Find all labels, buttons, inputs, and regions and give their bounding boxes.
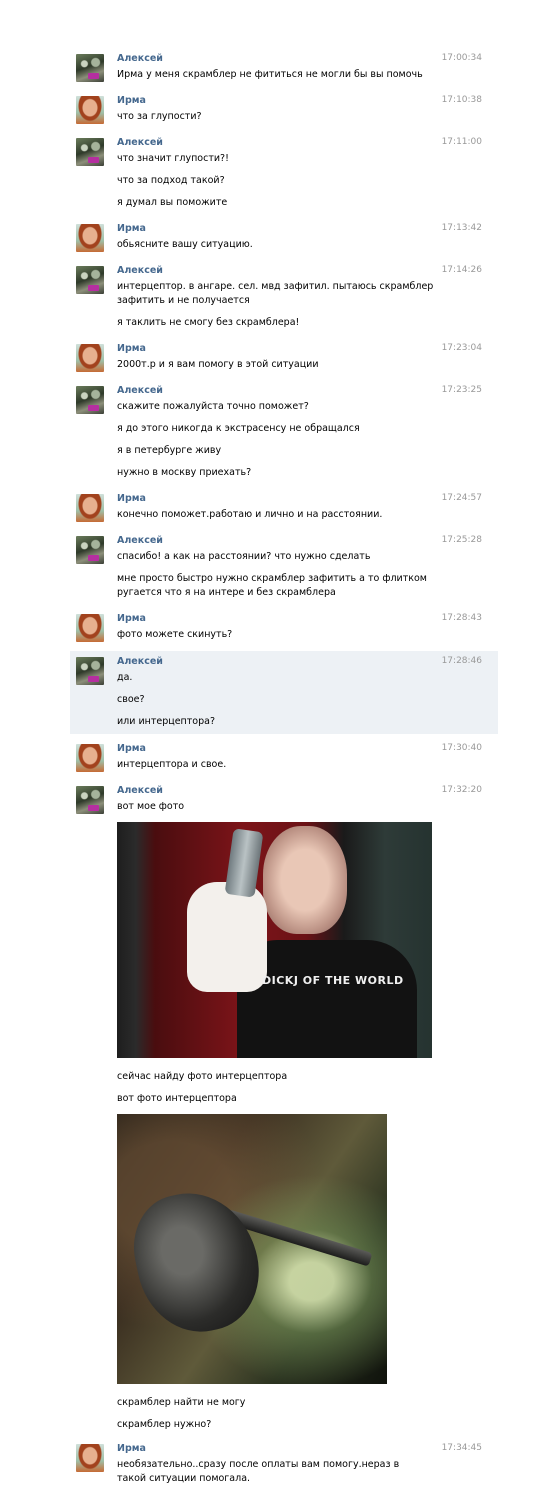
- message-text: вот фото интерцептора: [117, 1093, 237, 1104]
- message: Алексей 17:00:34 Ирма у меня скрамблер н…: [70, 48, 498, 88]
- message-text: спасибо! а как на расстоянии? что нужно …: [117, 551, 371, 562]
- message-time: 17:25:28: [441, 535, 482, 545]
- interceptor-photo[interactable]: [117, 1114, 387, 1384]
- message-text: обьясните вашу ситуацию.: [117, 239, 253, 250]
- avatar[interactable]: [76, 786, 104, 814]
- message: Алексей 17:32:20 вот мое фото DICKJ OF T…: [70, 780, 498, 1436]
- message-text: необязательно..сразу после оплаты вам по…: [117, 1459, 400, 1484]
- author-name[interactable]: Алексей: [117, 265, 163, 276]
- message-text: что значит глупости?!: [117, 153, 229, 164]
- avatar[interactable]: [76, 96, 104, 124]
- message-time: 17:11:00: [441, 137, 482, 147]
- message-time: 17:23:25: [441, 385, 482, 395]
- avatar[interactable]: [76, 224, 104, 252]
- message-text: сейчас найду фото интерцептора: [117, 1071, 288, 1082]
- message: Алексей 17:25:28 спасибо! а как на расст…: [70, 530, 498, 606]
- message-time: 17:23:04: [441, 343, 482, 353]
- message-text: интерцептора и свое.: [117, 759, 227, 770]
- avatar[interactable]: [76, 494, 104, 522]
- photo-phone: [224, 828, 264, 898]
- message-time: 17:32:20: [441, 785, 482, 795]
- message: Ирма 17:24:57 конечно поможет.работаю и …: [70, 488, 498, 528]
- message: Алексей 17:14:26 интерцептор. в ангаре. …: [70, 260, 498, 336]
- message-text: скрамблер найти не могу: [117, 1397, 246, 1408]
- author-name[interactable]: Алексей: [117, 656, 163, 667]
- author-name[interactable]: Ирма: [117, 743, 146, 754]
- message-text: конечно поможет.работаю и лично и на рас…: [117, 509, 383, 520]
- message-text: нужно в москву приехать?: [117, 467, 252, 478]
- message-time: 17:10:38: [441, 95, 482, 105]
- message-time: 17:00:34: [441, 53, 482, 63]
- avatar[interactable]: [76, 536, 104, 564]
- author-name[interactable]: Ирма: [117, 493, 146, 504]
- author-name[interactable]: Ирма: [117, 1443, 146, 1454]
- author-name[interactable]: Ирма: [117, 223, 146, 234]
- message-time: 17:24:57: [441, 493, 482, 503]
- message-text: мне просто быстро нужно скрамблер зафити…: [117, 573, 427, 598]
- avatar[interactable]: [76, 266, 104, 294]
- message-time: 17:28:46: [441, 656, 482, 666]
- message-time: 17:28:43: [441, 613, 482, 623]
- message-text: 2000т.р и я вам помогу в этой ситуации: [117, 359, 319, 370]
- author-name[interactable]: Ирма: [117, 95, 146, 106]
- author-name[interactable]: Ирма: [117, 613, 146, 624]
- avatar[interactable]: [76, 657, 104, 685]
- message: Ирма 17:10:38 что за глупости?: [70, 90, 498, 130]
- message-text: что за подход такой?: [117, 175, 225, 186]
- avatar[interactable]: [76, 744, 104, 772]
- avatar[interactable]: [76, 386, 104, 414]
- avatar[interactable]: [76, 1444, 104, 1472]
- author-name[interactable]: Алексей: [117, 535, 163, 546]
- message-text: скажите пожалуйста точно поможет?: [117, 401, 309, 412]
- message-text: скрамблер нужно?: [117, 1419, 212, 1430]
- photo-head: [263, 826, 347, 934]
- photo-hand: [187, 882, 267, 992]
- message-time: 17:13:42: [441, 223, 482, 233]
- message-text: я думал вы поможите: [117, 197, 228, 208]
- author-name[interactable]: Алексей: [117, 785, 163, 796]
- author-name[interactable]: Алексей: [117, 137, 163, 148]
- ship-body: [123, 1181, 271, 1343]
- message-text: вот мое фото: [117, 801, 185, 812]
- message-text: или интерцептора?: [117, 716, 215, 727]
- avatar[interactable]: [76, 138, 104, 166]
- message-text: интерцептор. в ангаре. сел. мвд зафитил.…: [117, 281, 434, 306]
- message: Ирма 17:34:45 необязательно..сразу после…: [70, 1438, 498, 1496]
- message-text: я в петербурге живу: [117, 445, 222, 456]
- message-text: что за глупости?: [117, 111, 202, 122]
- user-photo[interactable]: DICKJ OF THE WORLD: [117, 822, 432, 1058]
- message-text: я до этого никогда к экстрасенсу не обра…: [117, 423, 360, 434]
- author-name[interactable]: Алексей: [117, 53, 163, 64]
- message-text: свое?: [117, 694, 145, 705]
- message: Ирма 17:28:43 фото можете скинуть?: [70, 608, 498, 648]
- message-highlighted: Алексей 17:28:46 да. свое? или интерцепт…: [70, 651, 498, 734]
- avatar[interactable]: [76, 344, 104, 372]
- message: Алексей 17:23:25 скажите пожалуйста точн…: [70, 380, 498, 486]
- message-time: 17:34:45: [441, 1443, 482, 1453]
- message-text: да.: [117, 672, 133, 683]
- message-text: Ирма у меня скрамблер не фититься не мог…: [117, 69, 423, 80]
- message: Ирма 17:23:04 2000т.р и я вам помогу в э…: [70, 338, 498, 378]
- message-time: 17:14:26: [441, 265, 482, 275]
- message: Ирма 17:30:40 интерцептора и свое.: [70, 738, 498, 778]
- avatar[interactable]: [76, 614, 104, 642]
- message-time: 17:30:40: [441, 743, 482, 753]
- photo-shirt-text: DICKJ OF THE WORLD: [262, 974, 404, 987]
- message-text: я таклить не смогу без скрамблера!: [117, 317, 300, 328]
- message: Алексей 17:11:00 что значит глупости?! ч…: [70, 132, 498, 216]
- avatar[interactable]: [76, 54, 104, 82]
- author-name[interactable]: Алексей: [117, 385, 163, 396]
- message: Ирма 17:13:42 обьясните вашу ситуацию.: [70, 218, 498, 258]
- message-text: фото можете скинуть?: [117, 629, 233, 640]
- author-name[interactable]: Ирма: [117, 343, 146, 354]
